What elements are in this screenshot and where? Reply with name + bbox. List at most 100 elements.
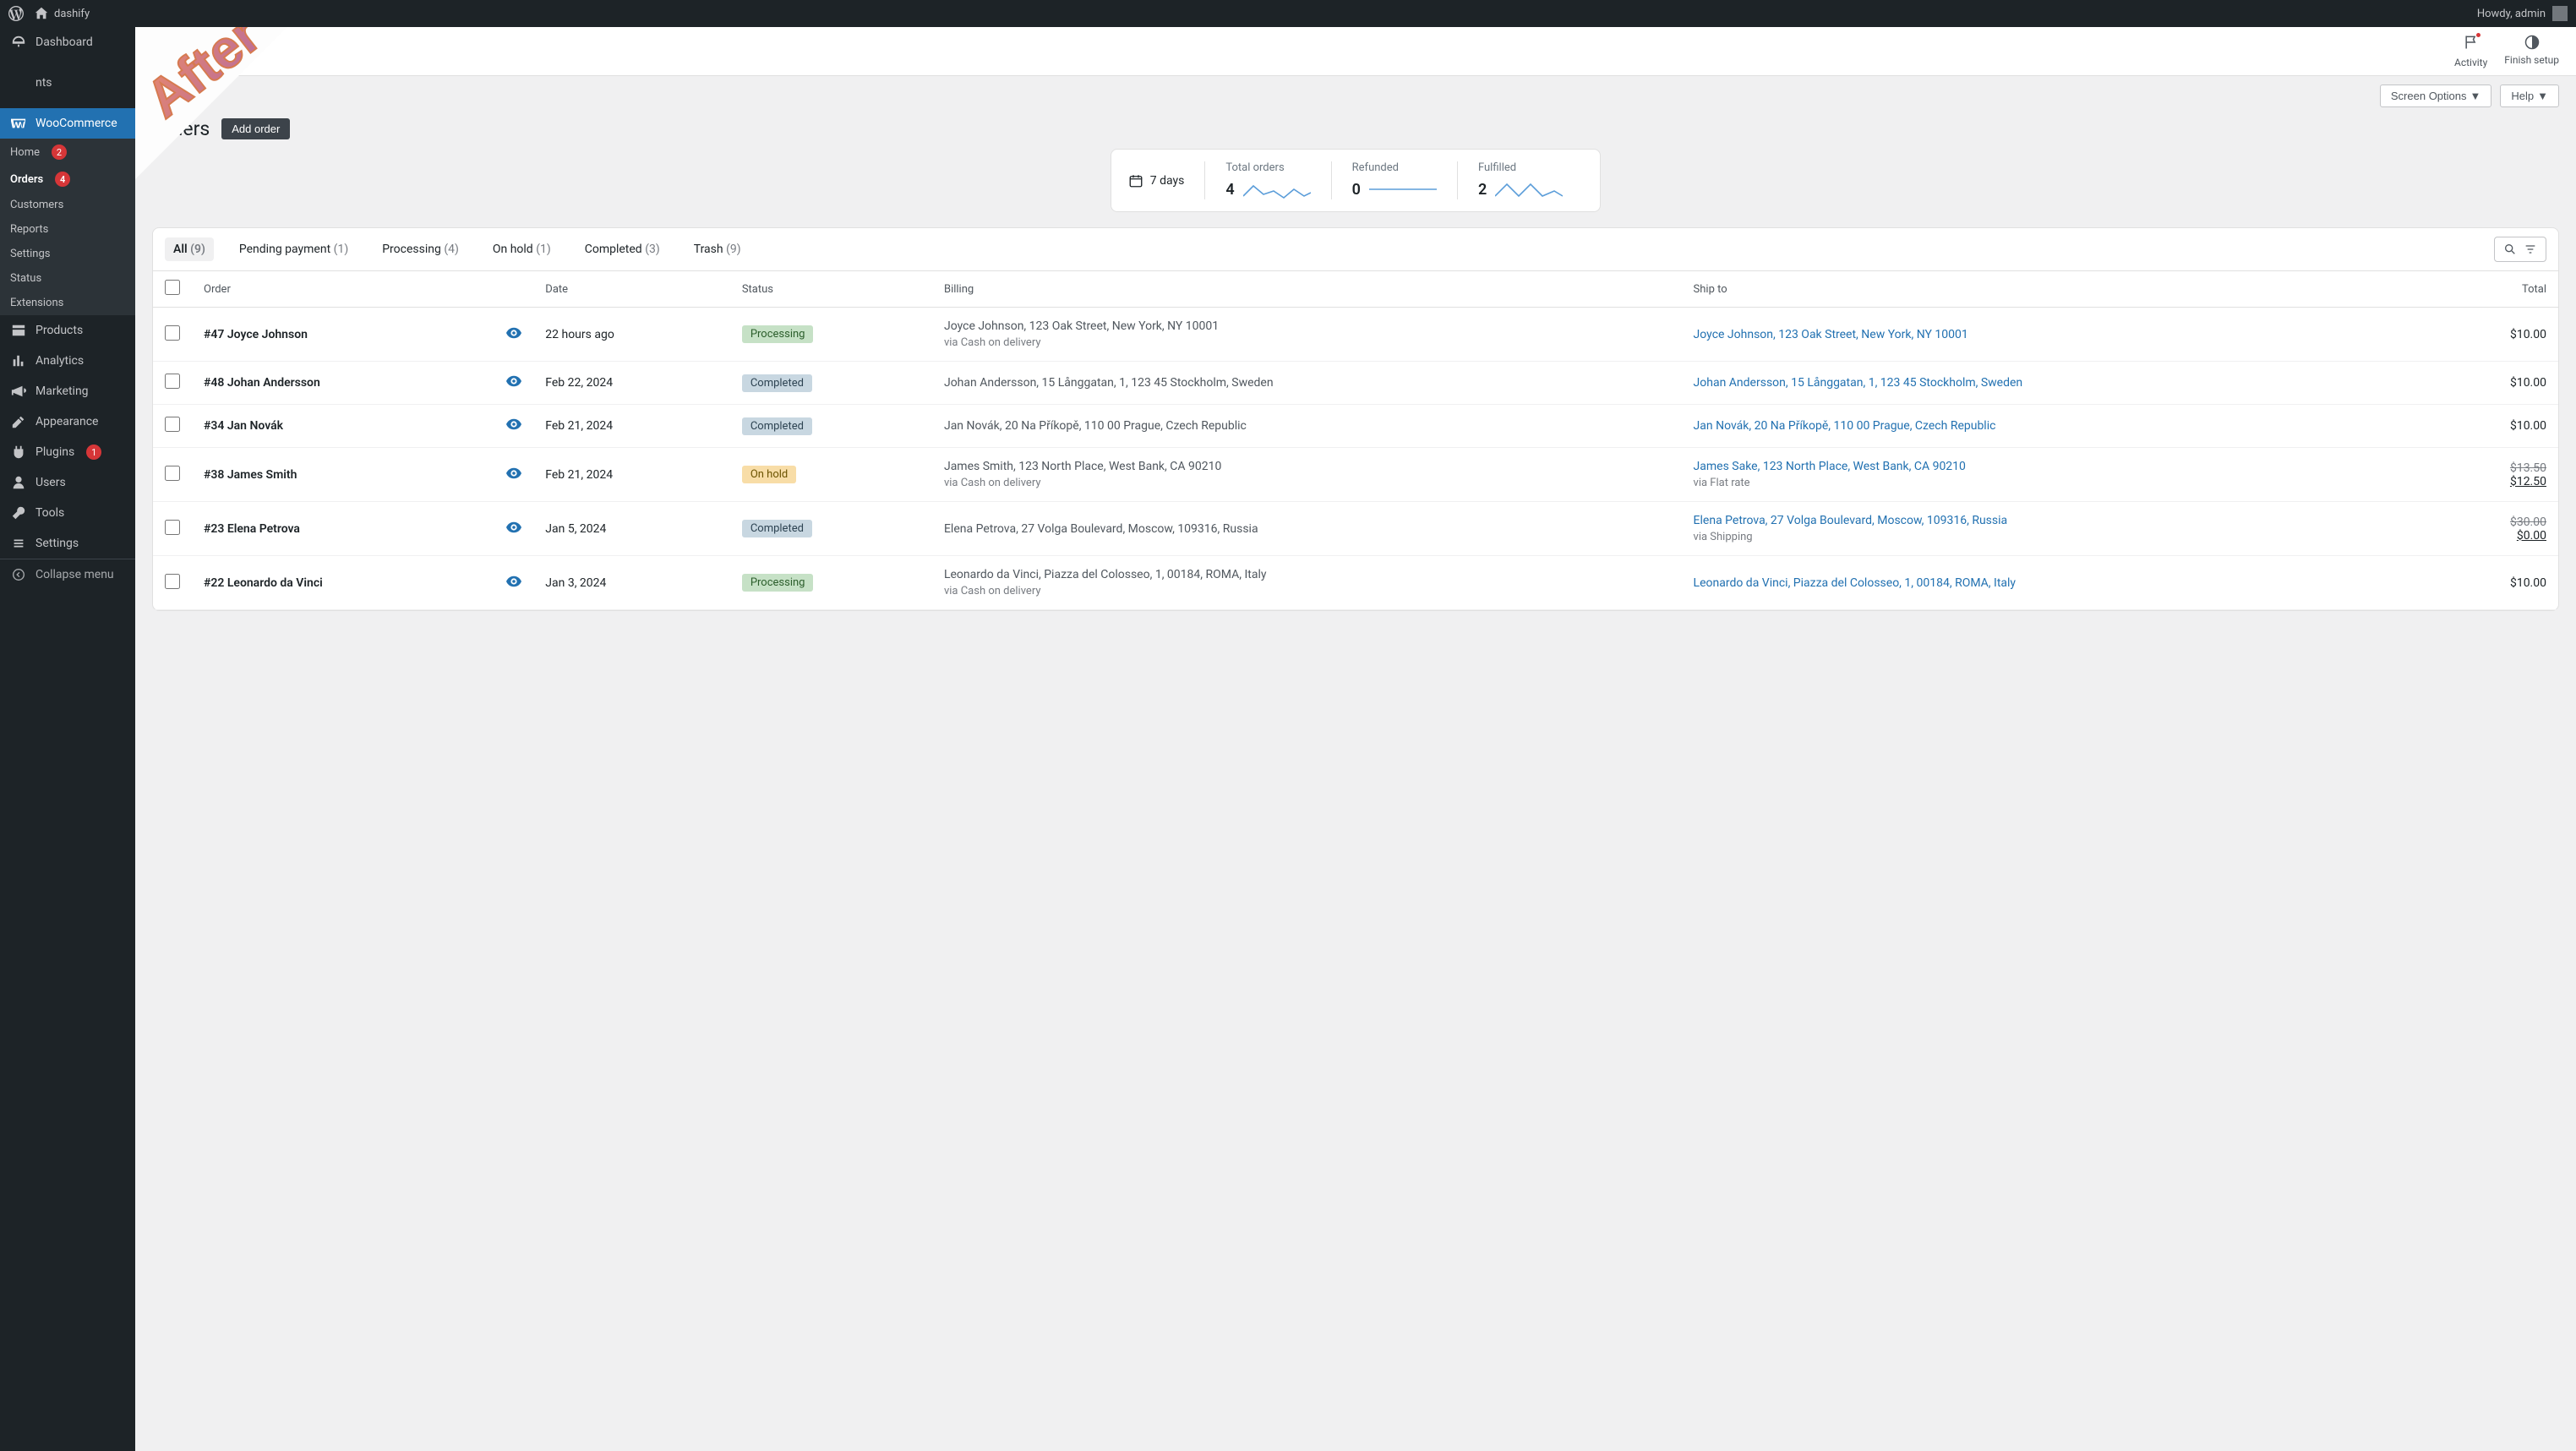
- sidebar-item-tools[interactable]: Tools: [0, 498, 135, 528]
- tab-pending[interactable]: Pending payment (1): [231, 237, 357, 261]
- cell-via: via Cash on delivery: [944, 336, 1670, 349]
- sidebar-item-customers[interactable]: Customers: [0, 193, 135, 217]
- cell-date: 22 hours ago: [533, 308, 730, 362]
- filter-icon: [2524, 243, 2537, 256]
- table-row[interactable]: #34 Jan Novák Feb 21, 2024 Completed Jan…: [153, 405, 2558, 448]
- wp-logo-link[interactable]: [8, 6, 24, 21]
- home-icon: [34, 6, 49, 21]
- order-link[interactable]: #48 Johan Andersson: [204, 376, 320, 390]
- row-checkbox[interactable]: [165, 417, 180, 432]
- activity-button[interactable]: Activity: [2454, 34, 2487, 68]
- order-link[interactable]: #38 James Smith: [204, 468, 297, 482]
- table-row[interactable]: #48 Johan Andersson Feb 22, 2024 Complet…: [153, 362, 2558, 405]
- home-link[interactable]: dashify: [34, 6, 90, 21]
- tab-all[interactable]: All (9): [165, 237, 214, 261]
- sidebar-item-users[interactable]: Users: [0, 467, 135, 498]
- row-checkbox[interactable]: [165, 574, 180, 589]
- search-filter-button[interactable]: [2494, 237, 2546, 262]
- cell-via: via Cash on delivery: [944, 477, 1670, 489]
- stat-total-orders: Total orders 4: [1204, 161, 1330, 199]
- order-link[interactable]: #22 Leonardo da Vinci: [204, 576, 323, 590]
- sidebar-item-reports[interactable]: Reports: [0, 217, 135, 242]
- ship-link[interactable]: James Sake, 123 North Place, West Bank, …: [1694, 460, 1966, 473]
- screen-options-button[interactable]: Screen Options ▼: [2380, 85, 2491, 107]
- cell-billing: Jan Novák, 20 Na Příkopě, 110 00 Prague,…: [944, 419, 1670, 433]
- preview-icon[interactable]: [506, 469, 521, 483]
- table-row[interactable]: #47 Joyce Johnson 22 hours ago Processin…: [153, 308, 2558, 362]
- tools-icon: [10, 505, 27, 521]
- col-date: Date: [533, 271, 730, 308]
- row-checkbox[interactable]: [165, 374, 180, 389]
- cell-total: $30.00$0.00: [2431, 502, 2558, 556]
- calendar-icon: [1128, 173, 1143, 188]
- order-link[interactable]: #34 Jan Novák: [204, 419, 283, 433]
- preview-icon[interactable]: [506, 420, 521, 434]
- sidebar-item-marketing[interactable]: Marketing: [0, 376, 135, 406]
- preview-icon[interactable]: [506, 377, 521, 390]
- cell-ship-via: via Shipping: [1694, 531, 2420, 543]
- ship-link[interactable]: Joyce Johnson, 123 Oak Street, New York,…: [1694, 328, 1968, 341]
- cell-via: via Cash on delivery: [944, 585, 1670, 597]
- status-badge: Processing: [742, 574, 814, 592]
- select-all-checkbox[interactable]: [165, 280, 180, 295]
- col-total: Total: [2431, 271, 2558, 308]
- table-row[interactable]: #38 James Smith Feb 21, 2024 On hold Jam…: [153, 448, 2558, 502]
- sidebar-item-plugins[interactable]: Plugins1: [0, 437, 135, 467]
- sidebar-item-orders[interactable]: Orders4: [0, 166, 135, 193]
- preview-icon[interactable]: [506, 329, 521, 342]
- status-badge: Completed: [742, 374, 812, 392]
- finish-setup-button[interactable]: Finish setup: [2504, 34, 2559, 68]
- sidebar-item-settings[interactable]: Settings: [0, 242, 135, 266]
- flag-icon: [2463, 34, 2480, 53]
- tab-onhold[interactable]: On hold (1): [484, 237, 559, 261]
- sidebar-submenu: Home2 Orders4 Customers Reports Settings…: [0, 139, 135, 315]
- preview-icon[interactable]: [506, 577, 521, 591]
- collapse-icon: [10, 566, 27, 583]
- sidebar-item-home[interactable]: Home2: [0, 139, 135, 166]
- tab-trash[interactable]: Trash (9): [685, 237, 750, 261]
- order-link[interactable]: #23 Elena Petrova: [204, 522, 300, 536]
- sidebar-collapse[interactable]: Collapse menu: [0, 559, 135, 590]
- ship-link[interactable]: Johan Andersson, 15 Långgatan, 1, 123 45…: [1694, 376, 2023, 390]
- row-checkbox[interactable]: [165, 325, 180, 341]
- table-row[interactable]: #23 Elena Petrova Jan 5, 2024 Completed …: [153, 502, 2558, 556]
- preview-icon[interactable]: [506, 523, 521, 537]
- col-status: Status: [730, 271, 932, 308]
- cell-date: Jan 5, 2024: [533, 502, 730, 556]
- sidebar-item-extensions[interactable]: Extensions: [0, 291, 135, 315]
- sidebar-item-dashboard[interactable]: Dashboard: [0, 27, 135, 57]
- add-order-button[interactable]: Add order: [221, 118, 290, 139]
- ship-link[interactable]: Elena Petrova, 27 Volga Boulevard, Mosco…: [1694, 514, 2008, 527]
- col-order: Order: [192, 271, 494, 308]
- sidebar-item-products[interactable]: Products: [0, 315, 135, 346]
- sidebar-item-woocommerce[interactable]: WooCommerce: [0, 108, 135, 139]
- cell-date: Jan 3, 2024: [533, 556, 730, 610]
- period-selector[interactable]: 7 days: [1128, 173, 1205, 188]
- status-badge: On hold: [742, 466, 796, 483]
- row-checkbox[interactable]: [165, 520, 180, 535]
- ship-link[interactable]: Leonardo da Vinci, Piazza del Colosseo, …: [1694, 576, 2017, 590]
- ship-link[interactable]: Jan Novák, 20 Na Příkopě, 110 00 Prague,…: [1694, 419, 1996, 433]
- stat-refunded: Refunded 0: [1331, 161, 1457, 199]
- chevron-down-icon: ▼: [2470, 90, 2481, 102]
- tab-processing[interactable]: Processing (4): [374, 237, 467, 261]
- sidebar-item-hidden: nts: [0, 57, 135, 108]
- table-row[interactable]: #22 Leonardo da Vinci Jan 3, 2024 Proces…: [153, 556, 2558, 610]
- howdy-admin[interactable]: Howdy, admin: [2477, 6, 2568, 21]
- stat-fulfilled: Fulfilled 2: [1457, 161, 1583, 199]
- cell-billing: Joyce Johnson, 123 Oak Street, New York,…: [944, 319, 1670, 333]
- tab-completed[interactable]: Completed (3): [576, 237, 669, 261]
- products-icon: [10, 322, 27, 339]
- badge-count: 1: [86, 445, 101, 460]
- sidebar-item-analytics[interactable]: Analytics: [0, 346, 135, 376]
- order-link[interactable]: #47 Joyce Johnson: [204, 328, 308, 341]
- sidebar-item-status[interactable]: Status: [0, 266, 135, 291]
- help-button[interactable]: Help ▼: [2500, 85, 2559, 107]
- sidebar-item-appearance[interactable]: Appearance: [0, 406, 135, 437]
- col-billing: Billing: [932, 271, 1682, 308]
- sidebar-item-settings-main[interactable]: Settings: [0, 528, 135, 559]
- analytics-icon: [10, 352, 27, 369]
- row-checkbox[interactable]: [165, 466, 180, 481]
- admin-sidebar: Dashboard nts WooCommerce Home2 Orders4 …: [0, 27, 135, 1451]
- cell-total: $10.00: [2431, 556, 2558, 610]
